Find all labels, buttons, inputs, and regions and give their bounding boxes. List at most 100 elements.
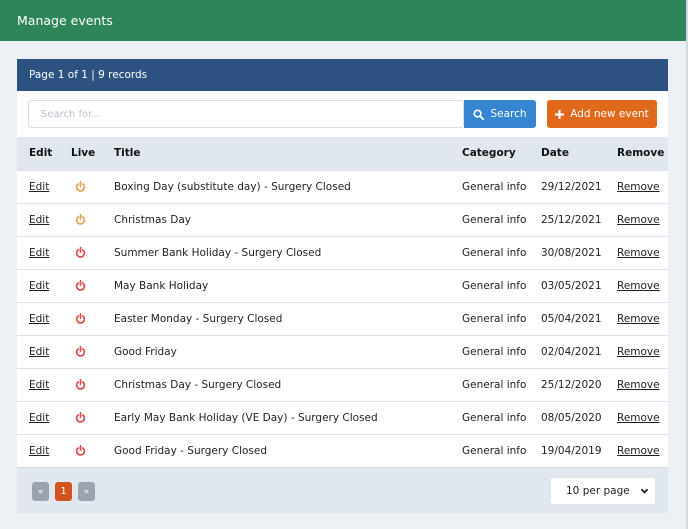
column-header-remove: Remove [617,147,665,160]
title-cell: Boxing Day (substitute day) - Surgery Cl… [114,180,351,193]
edit-cell: Edit [17,302,59,335]
category-cell: General info [462,213,527,226]
power-icon[interactable] [75,247,86,258]
pagination-next-button[interactable]: » [78,482,95,501]
edit-link[interactable]: Edit [29,445,49,457]
column-header-category: Category [462,147,516,160]
edit-link[interactable]: Edit [29,247,49,259]
title-cell: Summer Bank Holiday - Surgery Closed [114,246,322,259]
remove-cell: Remove [617,203,668,236]
table-row: Edit Good Friday - Surgery Closed General … [17,434,668,467]
power-icon[interactable] [75,280,86,291]
live-cell [59,269,114,302]
column-header-title: Title [114,147,141,160]
edit-link[interactable]: Edit [29,181,49,193]
category-cell: General info [462,279,527,292]
remove-cell: Remove [617,401,668,434]
live-cell [59,335,114,368]
remove-cell: Remove [617,170,668,203]
remove-link[interactable]: Remove [617,181,660,193]
plus-icon [555,109,565,119]
table-row: Edit Boxing Day (substitute day) - Surger… [17,170,668,203]
table-row: Edit Early May Bank Holiday (VE Day) - Su… [17,401,668,434]
edit-cell: Edit [17,434,59,467]
category-cell: General info [462,378,527,391]
title-cell: May Bank Holiday [114,279,209,292]
date-cell: 19/04/2019 [541,444,602,457]
category-cell: General info [462,411,527,424]
remove-link[interactable]: Remove [617,247,660,259]
title-cell: Christmas Day [114,213,192,226]
title-cell: Christmas Day - Surgery Closed [114,378,282,391]
live-cell [59,401,114,434]
pagination-page-1[interactable]: 1 [55,482,72,501]
power-icon[interactable] [75,181,86,192]
title-cell: Good Friday [114,345,177,358]
remove-link[interactable]: Remove [617,445,660,457]
remove-link[interactable]: Remove [617,346,660,358]
table-row: Edit May Bank Holiday General info 03/05/20… [17,269,668,302]
table-row: Edit Summer Bank Holiday - Surgery Closed… [17,236,668,269]
title-cell: Early May Bank Holiday (VE Day) - Surger… [114,411,378,424]
remove-link[interactable]: Remove [617,214,660,226]
edit-cell: Edit [17,368,59,401]
remove-cell: Remove [617,236,668,269]
edit-link[interactable]: Edit [29,214,49,226]
column-header-date: Date [541,147,569,160]
edit-cell: Edit [17,335,59,368]
category-cell: General info [462,312,527,325]
remove-link[interactable]: Remove [617,280,660,292]
table-row: Edit Christmas Day General info 25/12/2021 R… [17,203,668,236]
edit-link[interactable]: Edit [29,412,49,424]
remove-link[interactable]: Remove [617,313,660,325]
live-cell [59,302,114,335]
edit-cell: Edit [17,269,59,302]
category-cell: General info [462,246,527,259]
title-cell: Good Friday - Surgery Closed [114,444,267,457]
events-table: Edit Live Title Category Date Remove Edi… [17,137,668,467]
live-cell [59,203,114,236]
records-summary-bar: Page 1 of 1 | 9 records [17,59,668,91]
remove-link[interactable]: Remove [617,412,660,424]
column-header-live: Live [71,147,96,160]
edit-cell: Edit [17,401,59,434]
page-header: Manage events [0,0,686,41]
search-button[interactable]: Search [464,100,536,128]
table-header-row: Edit Live Title Category Date Remove [17,137,668,170]
search-input[interactable] [28,100,464,128]
remove-cell: Remove [617,434,668,467]
power-icon[interactable] [75,346,86,357]
power-icon[interactable] [75,379,86,390]
per-page-select[interactable]: 10 per page [550,477,656,505]
column-header-edit: Edit [29,147,53,160]
edit-link[interactable]: Edit [29,346,49,358]
events-panel: Page 1 of 1 | 9 records Search Add new e… [17,59,668,513]
table-row: Edit Good Friday General info 02/04/2021 Rem… [17,335,668,368]
edit-link[interactable]: Edit [29,313,49,325]
chevron-down-icon [640,488,649,494]
remove-cell: Remove [617,269,668,302]
pagination-prev-button[interactable]: « [32,482,49,501]
date-cell: 25/12/2021 [541,213,602,226]
power-icon[interactable] [75,412,86,423]
remove-link[interactable]: Remove [617,379,660,391]
date-cell: 29/12/2021 [541,180,602,193]
category-cell: General info [462,345,527,358]
edit-cell: Edit [17,203,59,236]
search-toolbar: Search Add new event [17,91,668,137]
title-cell: Easter Monday - Surgery Closed [114,312,283,325]
category-cell: General info [462,180,527,193]
edit-cell: Edit [17,170,59,203]
power-icon[interactable] [75,313,86,324]
edit-link[interactable]: Edit [29,379,49,391]
add-button-label: Add new event [570,108,649,120]
power-icon[interactable] [75,214,86,225]
remove-cell: Remove [617,335,668,368]
power-icon[interactable] [75,445,86,456]
add-new-event-button[interactable]: Add new event [547,100,657,128]
date-cell: 03/05/2021 [541,279,602,292]
records-summary: Page 1 of 1 | 9 records [29,69,148,81]
edit-link[interactable]: Edit [29,280,49,292]
search-button-label: Search [490,108,527,120]
category-cell: General info [462,444,527,457]
